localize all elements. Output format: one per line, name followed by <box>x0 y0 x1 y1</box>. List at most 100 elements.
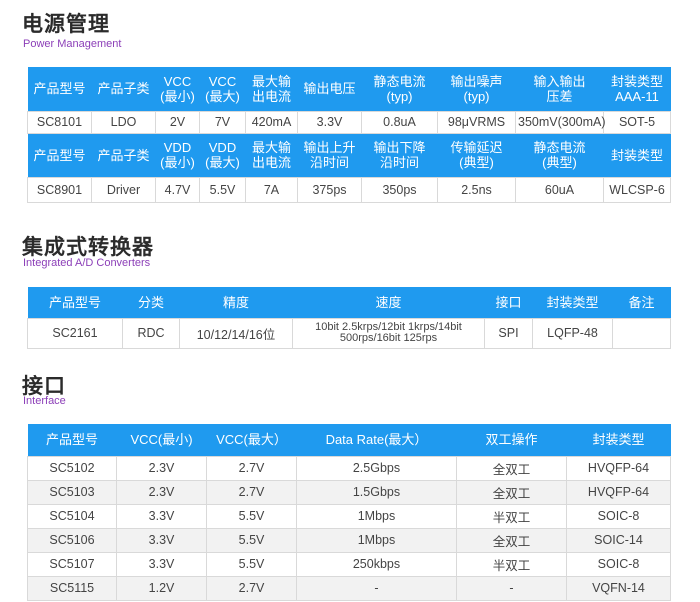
interface-cell: SOIC-14 <box>566 527 671 553</box>
interface-h-3: Data Rate(最大） <box>296 424 457 456</box>
adc-table: 产品型号 分类 精度 速度 接口 封装类型 备注 SC2161 RDC 10/1… <box>27 287 671 349</box>
power-r1-0: SC8101 <box>27 110 92 134</box>
power-r1-7: 98μVRMS <box>437 110 516 134</box>
interface-cell: SOIC-8 <box>566 551 671 577</box>
power-h1-0: 产品型号 <box>27 67 92 111</box>
interface-cell: HVQFP-64 <box>566 479 671 505</box>
interface-cell: SC5106 <box>27 527 117 553</box>
power-h1-8: 输入输出 压差 <box>515 67 604 111</box>
power-h1-2-text: VCC (最小) <box>160 73 195 104</box>
interface-cell: SC5107 <box>27 551 117 577</box>
adc-r-0: SC2161 <box>27 317 123 349</box>
power-r2-6: 350ps <box>361 176 438 203</box>
power-h1-6: 静态电流 (typ) <box>361 67 438 111</box>
adc-header-row: 产品型号 分类 精度 速度 接口 封装类型 备注 <box>27 287 671 318</box>
section-subtitle-power: Power Management <box>23 38 122 50</box>
power-h2-8-text: 静态电流 (典型) <box>533 140 586 170</box>
power-r2-0: SC8901 <box>27 176 92 203</box>
interface-cell: 5.5V <box>206 503 297 529</box>
power-h2-8: 静态电流 (典型) <box>515 133 604 177</box>
power-h1-0-text: 产品型号 <box>33 81 86 97</box>
interface-row: SC5106 3.3V 5.5V 1Mbps 全双工 SOIC-14 <box>27 527 671 553</box>
section-title-power: 电源管理 <box>22 12 110 36</box>
adc-h-5: 封装类型 <box>532 287 613 318</box>
power-row-2: SC8901 Driver 4.7V 5.5V 7A 375ps 350ps 2… <box>27 176 671 203</box>
interface-cell: SC5104 <box>27 503 117 529</box>
power-r2-4: 7A <box>245 176 298 203</box>
adc-h-4: 接口 <box>484 287 533 318</box>
power-h2-0: 产品型号 <box>27 133 92 177</box>
power-r1-8: 350mV(300mA) <box>515 110 606 134</box>
section-subtitle-adc: Integrated A/D Converters <box>23 257 151 269</box>
power-r1-6: 0.8uA <box>361 110 438 134</box>
power-r2-5: 375ps <box>297 176 362 203</box>
power-h2-2-text: VDD (最小) <box>160 140 195 170</box>
power-h1-9-text: 封装类型 AAA-11 <box>610 73 663 104</box>
power-r2-9: WLCSP-6 <box>603 176 671 203</box>
power-h2-0-text: 产品型号 <box>33 147 86 163</box>
interface-h-2: VCC(最大） <box>206 424 297 456</box>
interface-cell: 250kbps <box>296 551 457 577</box>
power-h2-7-text: 传输延迟 (典型) <box>450 140 503 170</box>
power-h1-6-text: 静态电流 (typ) <box>373 73 426 104</box>
power-r1-3: 7V <box>199 110 246 134</box>
interface-cell: HVQFP-64 <box>566 455 671 481</box>
interface-cell: - <box>456 575 567 601</box>
power-h1-3: VCC (最大) <box>199 67 246 111</box>
adc-h-3: 速度 <box>292 287 485 318</box>
power-h1-3-text: VCC (最大) <box>205 73 240 104</box>
power-h1-4: 最大输 出电流 <box>245 67 298 111</box>
power-h2-1-text: 产品子类 <box>97 147 150 163</box>
adc-h-2: 精度 <box>179 287 293 318</box>
interface-cell: 2.7V <box>206 479 297 505</box>
interface-table: 产品型号 VCC(最小) VCC(最大） Data Rate(最大） 双工操作 … <box>27 424 671 601</box>
power-h1-1-text: 产品子类 <box>97 81 150 97</box>
power-r1-9: SOT-5 <box>603 110 671 134</box>
adc-h-0: 产品型号 <box>27 287 123 318</box>
power-r2-2: 4.7V <box>155 176 200 203</box>
interface-cell: 2.7V <box>206 455 297 481</box>
interface-cell: 5.5V <box>206 527 297 553</box>
interface-cell: 1Mbps <box>296 503 457 529</box>
adc-row: SC2161 RDC 10/12/14/16位 10bit 2.5krps/12… <box>27 317 671 349</box>
interface-cell: 3.3V <box>116 527 207 553</box>
interface-cell: 全双工 <box>456 479 567 505</box>
power-h1-2: VCC (最小) <box>155 67 200 111</box>
power-h2-1: 产品子类 <box>91 133 156 177</box>
adc-r-2: 10/12/14/16位 <box>179 317 293 349</box>
interface-h-0: 产品型号 <box>27 424 117 456</box>
adc-h-6: 备注 <box>612 287 671 318</box>
interface-cell: 2.7V <box>206 575 297 601</box>
power-h1-7: 输出噪声 (typ) <box>437 67 516 111</box>
power-h2-9-text: 封装类型 <box>610 147 663 163</box>
interface-cell: - <box>296 575 457 601</box>
power-r2-3: 5.5V <box>199 176 246 203</box>
adc-h-1: 分类 <box>122 287 180 318</box>
power-r1-2: 2V <box>155 110 200 134</box>
power-r2-1: Driver <box>91 176 156 203</box>
section-subtitle-interface: Interface <box>23 395 66 407</box>
power-h2-5-text: 输出上升 沿时间 <box>303 140 356 170</box>
power-r2-8: 60uA <box>515 176 604 203</box>
adc-r-3: 10bit 2.5krps/12bit 1krps/14bit 500rps/16… <box>292 317 485 349</box>
interface-cell: 全双工 <box>456 455 567 481</box>
interface-cell: 2.5Gbps <box>296 455 457 481</box>
power-h1-5: 输出电压 <box>297 67 362 111</box>
power-h1-9: 封装类型 AAA-11 <box>603 67 671 111</box>
interface-header-row: 产品型号 VCC(最小) VCC(最大） Data Rate(最大） 双工操作 … <box>27 424 671 456</box>
interface-cell: SC5102 <box>27 455 117 481</box>
interface-cell: 3.3V <box>116 503 207 529</box>
interface-row: SC5115 1.2V 2.7V - - VQFN-14 <box>27 575 671 601</box>
interface-cell: 全双工 <box>456 527 567 553</box>
power-r1-4: 420mA <box>245 110 298 134</box>
power-table: 产品型号 产品子类 VCC (最小) VCC (最大) 最大输 出电流 输出电压 静态… <box>27 67 671 203</box>
power-h1-7-text: 输出噪声 (typ) <box>450 73 503 104</box>
power-row-1: SC8101 LDO 2V 7V 420mA 3.3V 0.8uA 98μVRM… <box>27 110 671 134</box>
power-h1-8-text: 输入输出 压差 <box>533 73 586 104</box>
interface-cell: 1.2V <box>116 575 207 601</box>
interface-cell: 半双工 <box>456 551 567 577</box>
power-h1-4-text: 最大输 出电流 <box>251 73 291 104</box>
interface-h-5: 封装类型 <box>566 424 671 456</box>
power-h2-3: VDD (最大) <box>199 133 246 177</box>
interface-row: SC5104 3.3V 5.5V 1Mbps 半双工 SOIC-8 <box>27 503 671 529</box>
